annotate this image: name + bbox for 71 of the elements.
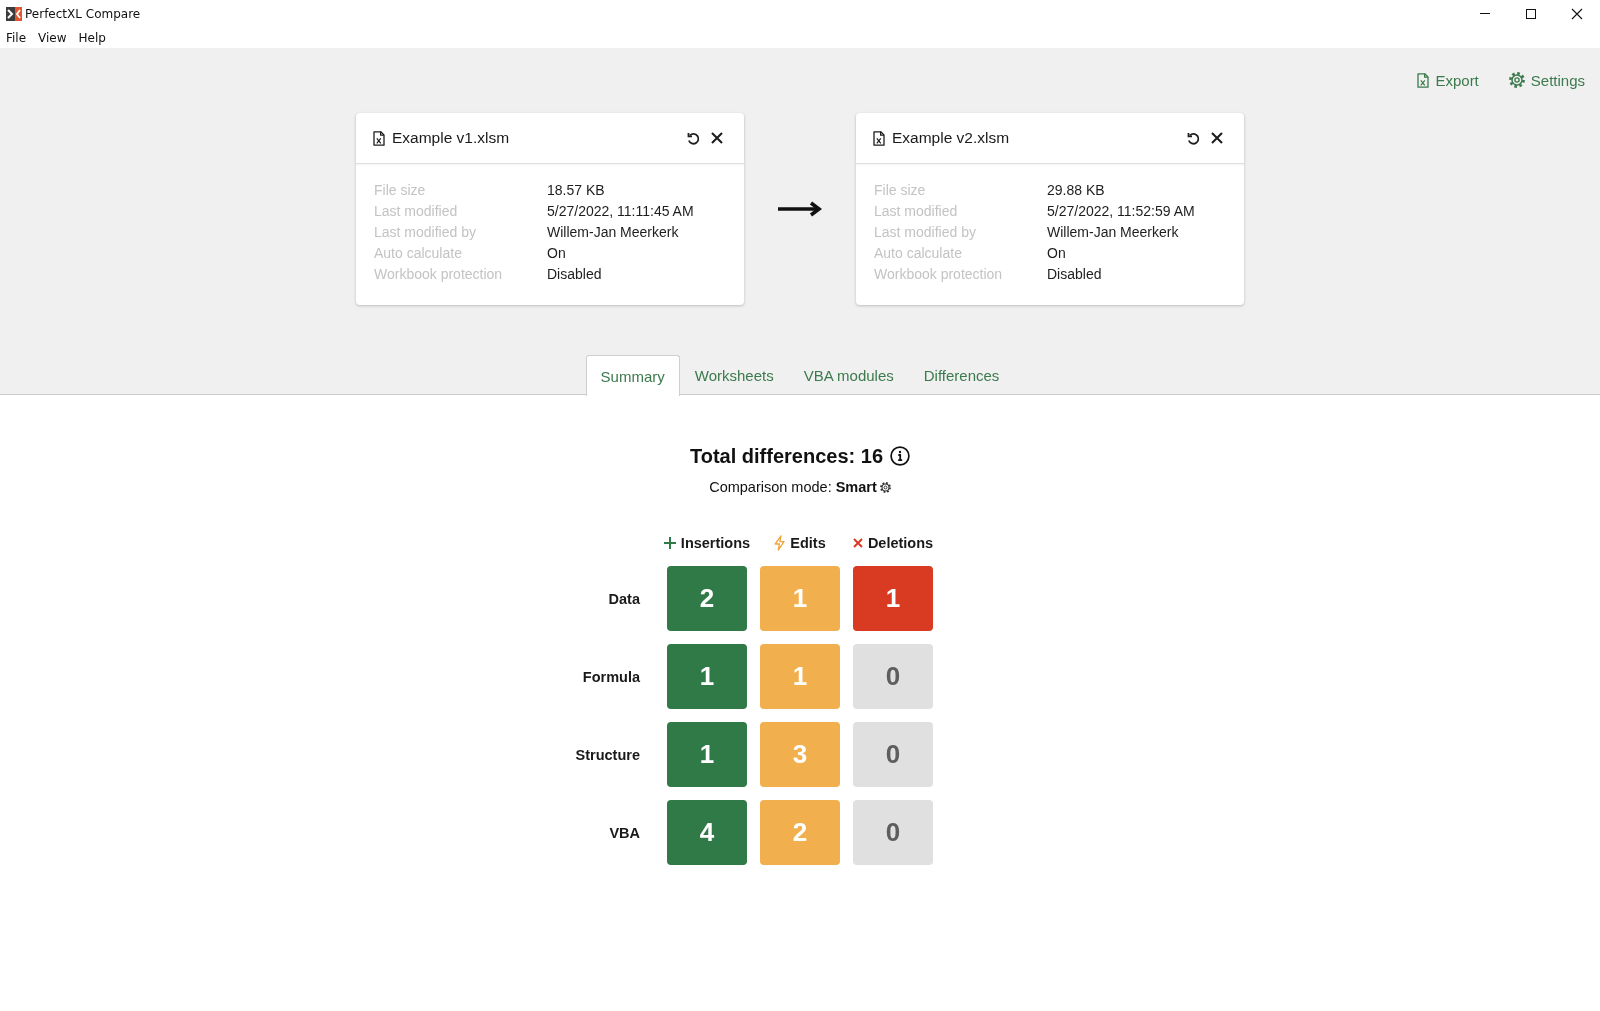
x-icon [852, 538, 863, 548]
export-button[interactable]: Export [1411, 66, 1485, 94]
difference-count-tile[interactable]: 0 [853, 800, 933, 865]
app-logo-icon [6, 6, 22, 21]
property-value: 5/27/2022, 11:52:59 AM [1047, 202, 1196, 221]
property-label: Auto calculate [874, 244, 963, 263]
file-name: Example v1.xlsm [392, 129, 511, 147]
menu-item[interactable]: File [1, 29, 32, 46]
difference-count-tile[interactable]: 1 [667, 644, 747, 709]
row-label: Structure [575, 746, 640, 763]
property-value: Disabled [547, 265, 603, 284]
property-label: Last modified by [374, 223, 477, 242]
tab[interactable]: Differences [908, 355, 1015, 395]
difference-count-tile[interactable]: 4 [667, 800, 747, 865]
close-icon [1211, 132, 1223, 144]
lightning-bolt-icon [774, 535, 786, 551]
tab[interactable]: VBA modules [788, 355, 909, 395]
property-label: Auto calculate [374, 244, 463, 263]
close-icon [1572, 8, 1582, 19]
property-value: 29.88 KB [1047, 181, 1106, 200]
tab[interactable]: Worksheets [679, 355, 789, 395]
column-header: Deletions [867, 535, 934, 551]
property-label: File size [374, 181, 427, 200]
file-name: Example v2.xlsm [892, 129, 1011, 147]
row-label: VBA [609, 824, 640, 841]
remove-file-button[interactable] [1211, 132, 1223, 144]
difference-count-tile[interactable]: 0 [853, 722, 933, 787]
column-header: Insertions [680, 535, 751, 551]
maximize-icon [1526, 8, 1536, 19]
comparison-mode-text: Comparison mode: Smart [709, 478, 877, 497]
settings-button[interactable]: Settings [1502, 66, 1591, 94]
settings-icon[interactable] [879, 481, 891, 493]
property-value: Willem-Jan Meerkerk [547, 223, 680, 242]
difference-count-tile[interactable]: 1 [667, 722, 747, 787]
reload-button[interactable] [687, 131, 700, 145]
remove-file-button[interactable] [711, 132, 723, 144]
reload-icon [1187, 131, 1200, 145]
property-label: Workbook protection [874, 265, 1004, 284]
difference-count-tile[interactable]: 1 [853, 566, 933, 631]
property-value: Disabled [1047, 265, 1103, 284]
property-label: Last modified [874, 202, 959, 221]
reload-button[interactable] [1187, 131, 1200, 145]
difference-count-tile[interactable]: 2 [667, 566, 747, 631]
property-label: Last modified by [874, 223, 977, 242]
property-value: Willem-Jan Meerkerk [1047, 223, 1180, 242]
spreadsheet-file-icon [873, 130, 885, 146]
window-title: PerfectXL Compare [25, 6, 141, 21]
property-value: On [1047, 244, 1067, 263]
row-label: Data [608, 590, 640, 607]
menu-item[interactable]: Help [73, 29, 111, 46]
spreadsheet-file-icon [1417, 72, 1430, 88]
row-label: Formula [582, 668, 640, 685]
total-differences-heading: Total differences: 16 [690, 444, 883, 469]
minimize-icon [1480, 13, 1490, 14]
info-icon [890, 446, 910, 466]
property-value: On [547, 244, 567, 263]
column-header: Edits [790, 535, 826, 551]
reload-icon [687, 131, 700, 145]
difference-count-tile[interactable]: 0 [853, 644, 933, 709]
right-arrow-icon [778, 202, 822, 216]
spreadsheet-file-icon [373, 130, 385, 146]
property-value: 18.57 KB [547, 181, 606, 200]
property-label: Last modified [374, 202, 459, 221]
close-icon [711, 132, 723, 144]
property-label: Workbook protection [374, 265, 504, 284]
property-label: File size [874, 181, 927, 200]
menu-item[interactable]: View [33, 29, 72, 46]
property-value: 5/27/2022, 11:11:45 AM [547, 202, 695, 221]
settings-icon [1508, 72, 1525, 88]
plus-icon [663, 537, 676, 549]
tab[interactable]: Summary [585, 355, 680, 396]
